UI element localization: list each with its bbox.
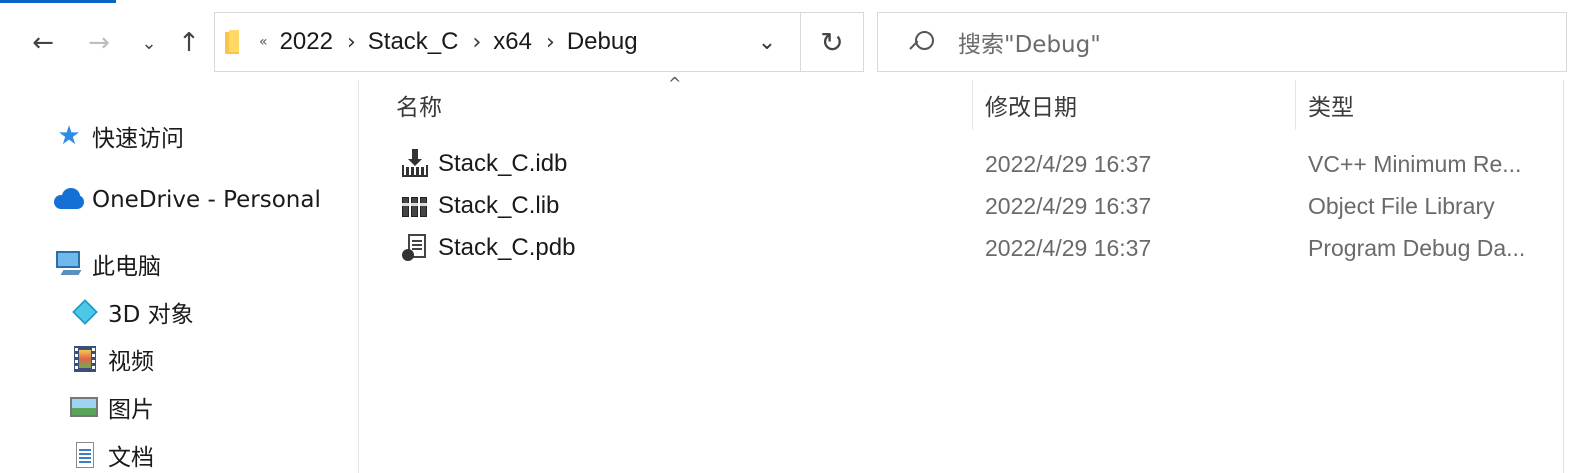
- breadcrumb-x64[interactable]: x64: [493, 28, 532, 56]
- file-explorer-window: ← → ⌄ ↑ « 2022 › Stack_C › x64 › Debug ⌄…: [0, 0, 1573, 473]
- column-header-date-modified[interactable]: 修改日期: [985, 80, 1285, 130]
- file-date: 2022/4/29 16:37: [985, 235, 1152, 261]
- breadcrumb-overflow-button[interactable]: «: [259, 34, 268, 50]
- refresh-button[interactable]: ↻: [801, 13, 863, 71]
- arrow-left-icon: ←: [32, 28, 54, 58]
- video-icon: [68, 344, 102, 374]
- folder-icon: [223, 30, 243, 54]
- cube-icon: [68, 297, 102, 327]
- navigation-pane: ★ 快速访问 OneDrive - Personal 此电脑 3D 对象 视频 …: [0, 80, 358, 473]
- pdb-file-icon: [400, 233, 430, 263]
- computer-icon: [52, 249, 86, 279]
- arrow-up-icon: ↑: [178, 28, 200, 58]
- star-icon: ★: [57, 121, 81, 151]
- up-button[interactable]: ↑: [172, 24, 206, 62]
- search-input[interactable]: 搜索"Debug": [877, 12, 1567, 72]
- sidebar-item-label: 图片: [108, 397, 154, 423]
- scrollbar-track[interactable]: [1563, 80, 1564, 473]
- file-date: 2022/4/29 16:37: [985, 193, 1152, 219]
- cloud-icon: [52, 185, 86, 215]
- chevron-down-icon: ⌄: [757, 29, 777, 55]
- sidebar-item-pictures[interactable]: 图片: [68, 387, 154, 427]
- arrow-right-icon: →: [88, 28, 110, 58]
- column-resize-handle[interactable]: [972, 80, 973, 130]
- sidebar-item-label: 此电脑: [92, 254, 161, 280]
- column-resize-handle[interactable]: [1295, 80, 1296, 130]
- sidebar-item-documents[interactable]: 文档: [68, 435, 154, 473]
- forward-button[interactable]: →: [82, 24, 116, 62]
- document-icon: [68, 440, 102, 470]
- sidebar-item-quick-access[interactable]: ★ 快速访问: [52, 116, 184, 156]
- breadcrumb-2022[interactable]: 2022: [280, 28, 333, 56]
- sidebar-item-label: OneDrive - Personal: [92, 187, 321, 213]
- pane-divider[interactable]: [358, 80, 359, 473]
- file-type: Program Debug Da...: [1308, 235, 1526, 261]
- column-header-type[interactable]: 类型: [1308, 80, 1558, 130]
- address-bar[interactable]: « 2022 › Stack_C › x64 › Debug ⌄ ↻: [214, 12, 864, 72]
- sidebar-item-this-pc[interactable]: 此电脑: [52, 244, 161, 284]
- sidebar-item-3d-objects[interactable]: 3D 对象: [68, 292, 194, 332]
- tab-accent: [0, 0, 116, 3]
- breadcrumb-stack-c[interactable]: Stack_C: [368, 28, 459, 56]
- address-history-dropdown[interactable]: ⌄: [749, 13, 785, 71]
- file-type: VC++ Minimum Re...: [1308, 151, 1522, 177]
- picture-icon: [68, 392, 102, 422]
- back-button[interactable]: ←: [26, 24, 60, 62]
- breadcrumb-separator[interactable]: ›: [472, 30, 481, 55]
- sidebar-item-label: 视频: [108, 349, 154, 375]
- sidebar-item-onedrive[interactable]: OneDrive - Personal: [52, 180, 321, 220]
- file-date: 2022/4/29 16:37: [985, 151, 1152, 177]
- column-header-name[interactable]: 名称: [396, 80, 966, 130]
- breadcrumb-separator[interactable]: ›: [347, 30, 356, 55]
- breadcrumb-separator[interactable]: ›: [546, 30, 555, 55]
- file-name: Stack_C.pdb: [438, 234, 576, 261]
- refresh-icon: ↻: [820, 25, 844, 59]
- chevron-down-icon: ⌄: [141, 32, 157, 54]
- sidebar-item-label: 文档: [108, 445, 154, 471]
- sidebar-item-label: 快速访问: [92, 126, 184, 152]
- file-name: Stack_C.lib: [438, 192, 560, 219]
- lib-file-icon: [400, 191, 430, 221]
- breadcrumb-debug[interactable]: Debug: [567, 28, 638, 56]
- recent-locations-button[interactable]: ⌄: [138, 24, 160, 62]
- sidebar-item-videos[interactable]: 视频: [68, 339, 154, 379]
- sidebar-item-label: 3D 对象: [108, 302, 194, 328]
- file-row[interactable]: Stack_C.lib 2022/4/29 16:37 Object File …: [370, 185, 1560, 227]
- idb-file-icon: [400, 149, 430, 179]
- file-row[interactable]: Stack_C.pdb 2022/4/29 16:37 Program Debu…: [370, 227, 1560, 269]
- file-type: Object File Library: [1308, 193, 1495, 219]
- search-placeholder: 搜索"Debug": [958, 32, 1101, 58]
- file-row[interactable]: Stack_C.idb 2022/4/29 16:37 VC++ Minimum…: [370, 143, 1560, 185]
- search-icon: [906, 27, 936, 57]
- file-name: Stack_C.idb: [438, 150, 568, 177]
